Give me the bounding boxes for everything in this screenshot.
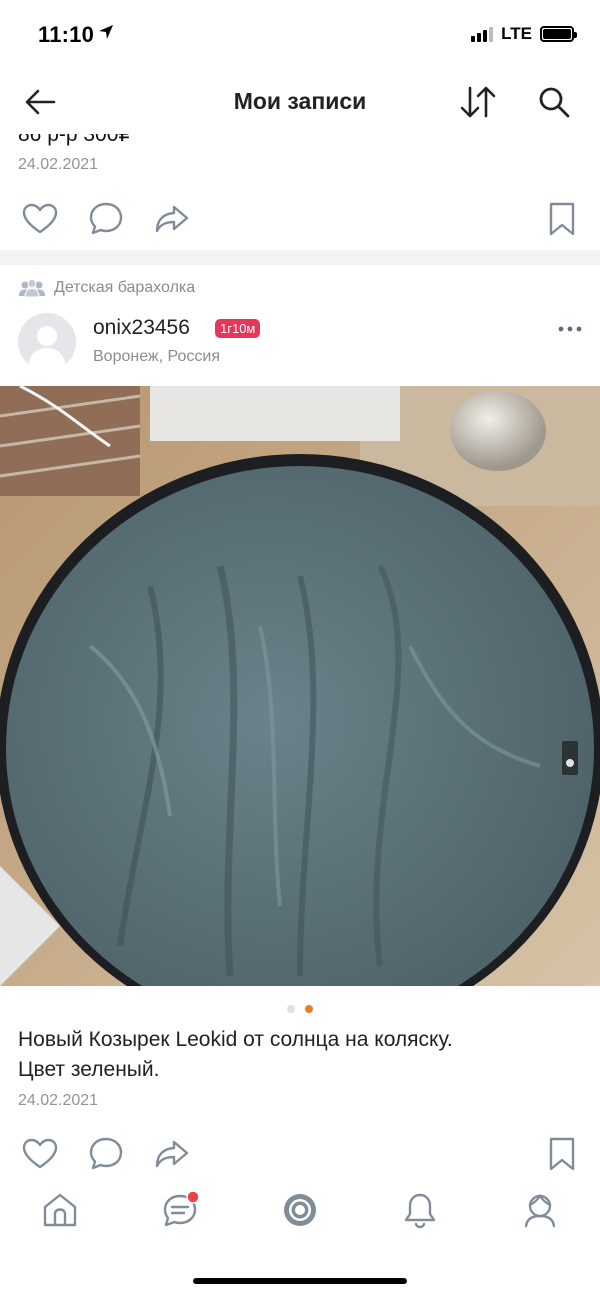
author-location: Воронеж, Россия [93,348,220,365]
post-text-line: Новый Козырек Leokid от солнца на коляск… [18,1028,453,1051]
status-time: 11:10 [38,22,95,47]
avatar-placeholder-icon [28,326,66,371]
author-name[interactable]: onix23456 [93,316,190,340]
group-name: Детская барахолка [54,279,196,296]
previous-post-date: 24.02.2021 [18,156,99,173]
sort-icon[interactable] [458,84,498,120]
post-separator [0,250,600,265]
page-title: Мои записи [233,88,367,114]
post-group[interactable]: Детская барахолка [18,278,195,298]
messages-icon[interactable] [160,1190,200,1230]
bookmark-icon[interactable] [542,199,582,239]
search-icon[interactable] [536,84,572,120]
age-badge: 1г10м [215,319,261,338]
status-bar: 11:10 LTE [0,0,600,70]
post-text: Новый Козырек Leokid от солнца на коляск… [18,1025,578,1085]
profile-icon[interactable] [520,1190,560,1230]
previous-post-actions [0,199,600,243]
pagination-dot-active [305,1005,313,1013]
network-type: LTE [501,24,532,43]
post-photo-image [0,386,600,986]
post-photo[interactable] [0,386,600,986]
battery-icon [540,26,577,42]
like-icon[interactable] [20,199,60,239]
discover-icon[interactable] [280,1190,320,1230]
navigation-bar: Мои записи [0,70,600,134]
tab-bar [0,1182,600,1250]
post-text-line: Цвет зеленый. [18,1058,160,1081]
post-actions [0,1134,600,1178]
pagination-dot [287,1005,295,1013]
photo-pagination [0,1005,600,1013]
comment-icon[interactable] [86,199,126,239]
avatar[interactable] [18,313,76,371]
comment-icon[interactable] [86,1134,126,1174]
like-icon[interactable] [20,1134,60,1174]
home-indicator [193,1278,407,1284]
status-indicators: LTE [471,24,577,44]
group-icon [19,279,45,298]
home-icon[interactable] [40,1190,80,1230]
post-date: 24.02.2021 [18,1092,99,1109]
bookmark-icon[interactable] [542,1134,582,1174]
notifications-icon[interactable] [400,1190,440,1230]
signal-icon [471,26,494,42]
post-author: onix23456 1г10м Воронеж, Россия [18,313,588,373]
share-icon[interactable] [152,1134,192,1174]
more-options-icon[interactable] [556,319,584,339]
share-icon[interactable] [152,199,192,239]
location-arrow-icon [99,25,113,39]
